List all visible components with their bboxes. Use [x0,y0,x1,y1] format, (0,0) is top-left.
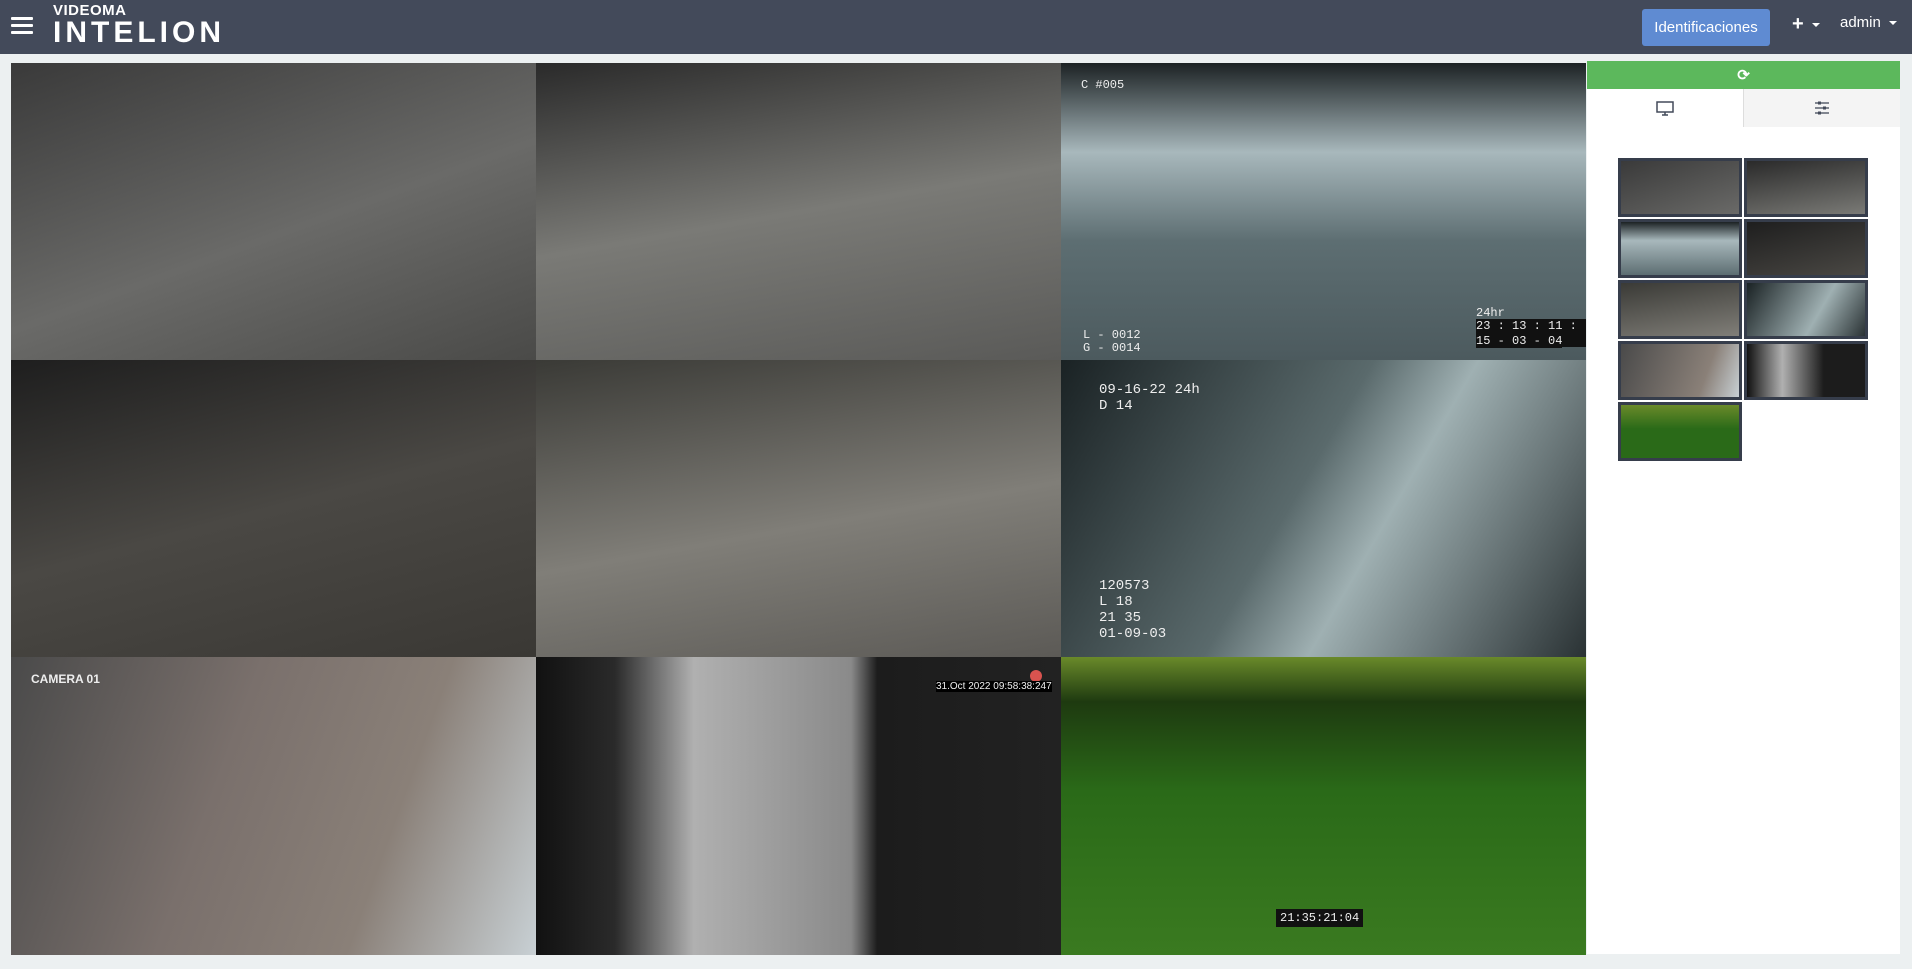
monitor-icon [1656,100,1674,116]
sliders-icon [1815,101,1829,115]
overlay-text: L - 0012 [1083,328,1141,342]
camera-3[interactable]: C #005 L - 0012 G - 0014 24hr 23 : 13 : … [1061,63,1586,360]
camera-9[interactable]: 21:35:21:04 [1061,657,1586,955]
caret-icon [1888,21,1897,26]
camera-5[interactable] [536,360,1061,657]
overlay-text: 120573 [1099,578,1150,594]
caret-icon [1811,22,1820,27]
overlay-text: 15 - 03 - 04 [1476,334,1563,348]
camera-grid: C #005 L - 0012 G - 0014 24hr 23 : 13 : … [11,63,1586,955]
camera-2[interactable] [536,63,1061,360]
overlay-text: 21:35:21:04 [1276,909,1364,927]
thumbnail-camera-9[interactable] [1618,402,1742,461]
overlay-text: L 18 [1099,594,1133,610]
thumbnail-camera-3[interactable] [1618,219,1742,278]
tab-settings[interactable] [1744,89,1900,127]
overlay-text: 31.Oct 2022 09:58:38:247 [936,681,1052,692]
thumbnail-list [1618,158,1870,461]
thumbnail-camera-8[interactable] [1744,341,1868,400]
camera-4[interactable] [11,360,536,657]
overlay-text: 24hr [1476,306,1505,320]
camera-1[interactable] [11,63,536,360]
overlay-text: C #005 [1081,78,1125,92]
user-dropdown[interactable]: admin [1840,14,1897,31]
overlay-text: 01-09-03 [1099,626,1167,642]
camera-7[interactable]: CAMERA 01 [11,657,536,955]
logo[interactable]: VIDEOMA INTELION [53,3,225,48]
camera-6[interactable]: 09-16-22 24h D 14 120573 L 18 21 35 01-0… [1061,360,1586,657]
overlay-text: G - 0014 [1083,341,1141,355]
menu-icon[interactable] [11,17,33,36]
thumbnail-camera-7[interactable] [1618,341,1742,400]
user-label: admin [1840,14,1881,31]
add-dropdown[interactable]: + [1792,13,1820,36]
overlay-text: D 14 [1099,398,1133,414]
refresh-icon: ⟳ [1737,67,1750,84]
tab-monitor[interactable] [1587,89,1744,127]
identificaciones-button[interactable]: Identificaciones [1642,9,1770,46]
top-bar: VIDEOMA INTELION Identificaciones + admi… [0,0,1912,54]
overlay-text: CAMERA 01 [31,672,100,686]
overlay-text: 21 35 [1099,610,1142,626]
thumbnail-camera-5[interactable] [1618,280,1742,339]
thumbnail-camera-1[interactable] [1618,158,1742,217]
thumbnail-camera-4[interactable] [1744,219,1868,278]
thumbnail-camera-2[interactable] [1744,158,1868,217]
logo-bottom: INTELION [53,16,225,49]
sidebar: ⟳ [1587,61,1900,954]
plus-icon: + [1792,13,1804,35]
overlay-text: 09-16-22 24h [1099,382,1200,398]
thumbnail-camera-6[interactable] [1744,280,1868,339]
refresh-button[interactable]: ⟳ [1587,61,1900,89]
camera-8[interactable]: 31.Oct 2022 09:58:38:247 [536,657,1061,955]
